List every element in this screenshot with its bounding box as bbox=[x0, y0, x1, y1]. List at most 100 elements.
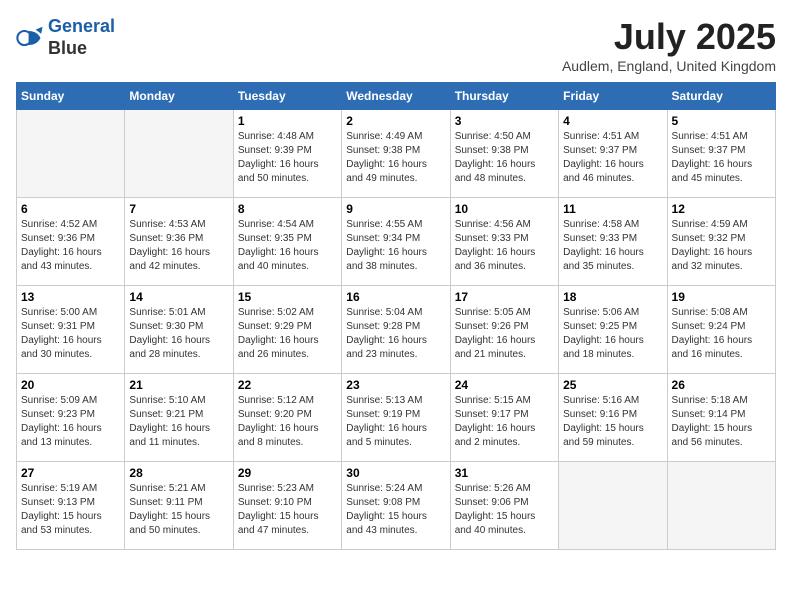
day-number: 7 bbox=[129, 202, 228, 216]
day-number: 1 bbox=[238, 114, 337, 128]
day-detail: Sunrise: 5:10 AM Sunset: 9:21 PM Dayligh… bbox=[129, 394, 228, 450]
calendar-week: 6 Sunrise: 4:52 AM Sunset: 9:36 PM Daylig… bbox=[17, 198, 776, 286]
day-detail: Sunrise: 4:56 AM Sunset: 9:33 PM Dayligh… bbox=[455, 218, 554, 274]
logo-line1: General bbox=[48, 16, 115, 36]
day-number: 31 bbox=[455, 466, 554, 480]
calendar-week: 20Sunrise: 5:09 AM Sunset: 9:23 PM Dayli… bbox=[17, 374, 776, 462]
day-detail: Sunrise: 5:01 AM Sunset: 9:30 PM Dayligh… bbox=[129, 306, 228, 362]
calendar-cell: 30 Sunrise: 5:24 AM Sunset: 9:08 PM Dayli… bbox=[342, 462, 450, 550]
calendar-cell: 8 Sunrise: 4:54 AM Sunset: 9:35 PM Daylig… bbox=[233, 198, 341, 286]
calendar-cell: 10 Sunrise: 4:56 AM Sunset: 9:33 PM Dayli… bbox=[450, 198, 558, 286]
day-detail: Sunrise: 4:55 AM Sunset: 9:34 PM Dayligh… bbox=[346, 218, 445, 274]
day-number: 23 bbox=[346, 378, 445, 392]
day-number: 17 bbox=[455, 290, 554, 304]
calendar-cell: 18Sunrise: 5:06 AM Sunset: 9:25 PM Dayli… bbox=[559, 286, 667, 374]
calendar-cell: 28 Sunrise: 5:21 AM Sunset: 9:11 PM Dayli… bbox=[125, 462, 233, 550]
day-detail: Sunrise: 5:04 AM Sunset: 9:28 PM Dayligh… bbox=[346, 306, 445, 362]
logo-icon bbox=[16, 24, 44, 52]
day-number: 6 bbox=[21, 202, 120, 216]
day-number: 10 bbox=[455, 202, 554, 216]
month-title: July 2025 bbox=[562, 16, 776, 58]
day-number: 29 bbox=[238, 466, 337, 480]
day-detail: Sunrise: 5:24 AM Sunset: 9:08 PM Dayligh… bbox=[346, 482, 445, 538]
day-detail: Sunrise: 5:16 AM Sunset: 9:16 PM Dayligh… bbox=[563, 394, 662, 450]
calendar-cell: 25 Sunrise: 5:16 AM Sunset: 9:16 PM Dayli… bbox=[559, 374, 667, 462]
day-detail: Sunrise: 4:53 AM Sunset: 9:36 PM Dayligh… bbox=[129, 218, 228, 274]
day-number: 5 bbox=[672, 114, 771, 128]
day-number: 8 bbox=[238, 202, 337, 216]
title-block: July 2025 Audlem, England, United Kingdo… bbox=[562, 16, 776, 74]
day-detail: Sunrise: 5:26 AM Sunset: 9:06 PM Dayligh… bbox=[455, 482, 554, 538]
calendar-cell: 2 Sunrise: 4:49 AM Sunset: 9:38 PM Daylig… bbox=[342, 110, 450, 198]
day-number: 20 bbox=[21, 378, 120, 392]
logo: General Blue bbox=[16, 16, 115, 59]
day-number: 11 bbox=[563, 202, 662, 216]
day-detail: Sunrise: 5:15 AM Sunset: 9:17 PM Dayligh… bbox=[455, 394, 554, 450]
calendar-cell bbox=[667, 462, 775, 550]
calendar-cell: 19Sunrise: 5:08 AM Sunset: 9:24 PM Dayli… bbox=[667, 286, 775, 374]
calendar-cell: 7 Sunrise: 4:53 AM Sunset: 9:36 PM Daylig… bbox=[125, 198, 233, 286]
calendar-cell: 12 Sunrise: 4:59 AM Sunset: 9:32 PM Dayli… bbox=[667, 198, 775, 286]
day-number: 24 bbox=[455, 378, 554, 392]
day-number: 13 bbox=[21, 290, 120, 304]
calendar-table: SundayMondayTuesdayWednesdayThursdayFrid… bbox=[16, 82, 776, 550]
weekday-header: Sunday bbox=[17, 83, 125, 110]
calendar-cell: 17Sunrise: 5:05 AM Sunset: 9:26 PM Dayli… bbox=[450, 286, 558, 374]
header-row: SundayMondayTuesdayWednesdayThursdayFrid… bbox=[17, 83, 776, 110]
calendar-week: 1 Sunrise: 4:48 AM Sunset: 9:39 PM Daylig… bbox=[17, 110, 776, 198]
day-number: 15 bbox=[238, 290, 337, 304]
calendar-cell: 24 Sunrise: 5:15 AM Sunset: 9:17 PM Dayli… bbox=[450, 374, 558, 462]
day-number: 21 bbox=[129, 378, 228, 392]
weekday-header: Monday bbox=[125, 83, 233, 110]
calendar-cell: 16 Sunrise: 5:04 AM Sunset: 9:28 PM Dayli… bbox=[342, 286, 450, 374]
calendar-cell: 9 Sunrise: 4:55 AM Sunset: 9:34 PM Daylig… bbox=[342, 198, 450, 286]
day-detail: Sunrise: 4:52 AM Sunset: 9:36 PM Dayligh… bbox=[21, 218, 120, 274]
weekday-header: Saturday bbox=[667, 83, 775, 110]
calendar-cell: 29 Sunrise: 5:23 AM Sunset: 9:10 PM Dayli… bbox=[233, 462, 341, 550]
day-detail: Sunrise: 5:12 AM Sunset: 9:20 PM Dayligh… bbox=[238, 394, 337, 450]
day-detail: Sunrise: 5:19 AM Sunset: 9:13 PM Dayligh… bbox=[21, 482, 120, 538]
day-detail: Sunrise: 4:50 AM Sunset: 9:38 PM Dayligh… bbox=[455, 130, 554, 186]
calendar-cell: 4 Sunrise: 4:51 AM Sunset: 9:37 PM Daylig… bbox=[559, 110, 667, 198]
day-detail: Sunrise: 4:48 AM Sunset: 9:39 PM Dayligh… bbox=[238, 130, 337, 186]
day-detail: Sunrise: 4:49 AM Sunset: 9:38 PM Dayligh… bbox=[346, 130, 445, 186]
day-detail: Sunrise: 4:54 AM Sunset: 9:35 PM Dayligh… bbox=[238, 218, 337, 274]
day-number: 4 bbox=[563, 114, 662, 128]
calendar-cell: 6 Sunrise: 4:52 AM Sunset: 9:36 PM Daylig… bbox=[17, 198, 125, 286]
weekday-header: Tuesday bbox=[233, 83, 341, 110]
calendar-cell: 20Sunrise: 5:09 AM Sunset: 9:23 PM Dayli… bbox=[17, 374, 125, 462]
weekday-header: Wednesday bbox=[342, 83, 450, 110]
day-detail: Sunrise: 5:13 AM Sunset: 9:19 PM Dayligh… bbox=[346, 394, 445, 450]
calendar-cell: 5 Sunrise: 4:51 AM Sunset: 9:37 PM Daylig… bbox=[667, 110, 775, 198]
day-detail: Sunrise: 5:21 AM Sunset: 9:11 PM Dayligh… bbox=[129, 482, 228, 538]
day-number: 28 bbox=[129, 466, 228, 480]
day-detail: Sunrise: 4:51 AM Sunset: 9:37 PM Dayligh… bbox=[563, 130, 662, 186]
day-detail: Sunrise: 4:51 AM Sunset: 9:37 PM Dayligh… bbox=[672, 130, 771, 186]
calendar-cell: 23 Sunrise: 5:13 AM Sunset: 9:19 PM Dayli… bbox=[342, 374, 450, 462]
day-detail: Sunrise: 5:08 AM Sunset: 9:24 PM Dayligh… bbox=[672, 306, 771, 362]
calendar-cell: 15 Sunrise: 5:02 AM Sunset: 9:29 PM Dayli… bbox=[233, 286, 341, 374]
day-detail: Sunrise: 5:02 AM Sunset: 9:29 PM Dayligh… bbox=[238, 306, 337, 362]
calendar-cell: 11 Sunrise: 4:58 AM Sunset: 9:33 PM Dayli… bbox=[559, 198, 667, 286]
page-header: General Blue July 2025 Audlem, England, … bbox=[16, 16, 776, 74]
day-number: 26 bbox=[672, 378, 771, 392]
day-number: 9 bbox=[346, 202, 445, 216]
day-number: 12 bbox=[672, 202, 771, 216]
day-number: 25 bbox=[563, 378, 662, 392]
calendar-week: 27Sunrise: 5:19 AM Sunset: 9:13 PM Dayli… bbox=[17, 462, 776, 550]
day-number: 30 bbox=[346, 466, 445, 480]
day-number: 2 bbox=[346, 114, 445, 128]
calendar-cell: 13Sunrise: 5:00 AM Sunset: 9:31 PM Dayli… bbox=[17, 286, 125, 374]
day-detail: Sunrise: 4:58 AM Sunset: 9:33 PM Dayligh… bbox=[563, 218, 662, 274]
calendar-cell bbox=[559, 462, 667, 550]
day-detail: Sunrise: 4:59 AM Sunset: 9:32 PM Dayligh… bbox=[672, 218, 771, 274]
day-number: 3 bbox=[455, 114, 554, 128]
calendar-week: 13Sunrise: 5:00 AM Sunset: 9:31 PM Dayli… bbox=[17, 286, 776, 374]
day-number: 16 bbox=[346, 290, 445, 304]
calendar-cell: 3 Sunrise: 4:50 AM Sunset: 9:38 PM Daylig… bbox=[450, 110, 558, 198]
day-detail: Sunrise: 5:23 AM Sunset: 9:10 PM Dayligh… bbox=[238, 482, 337, 538]
calendar-cell: 31 Sunrise: 5:26 AM Sunset: 9:06 PM Dayli… bbox=[450, 462, 558, 550]
location: Audlem, England, United Kingdom bbox=[562, 58, 776, 74]
weekday-header: Thursday bbox=[450, 83, 558, 110]
logo-line2: Blue bbox=[48, 38, 87, 58]
